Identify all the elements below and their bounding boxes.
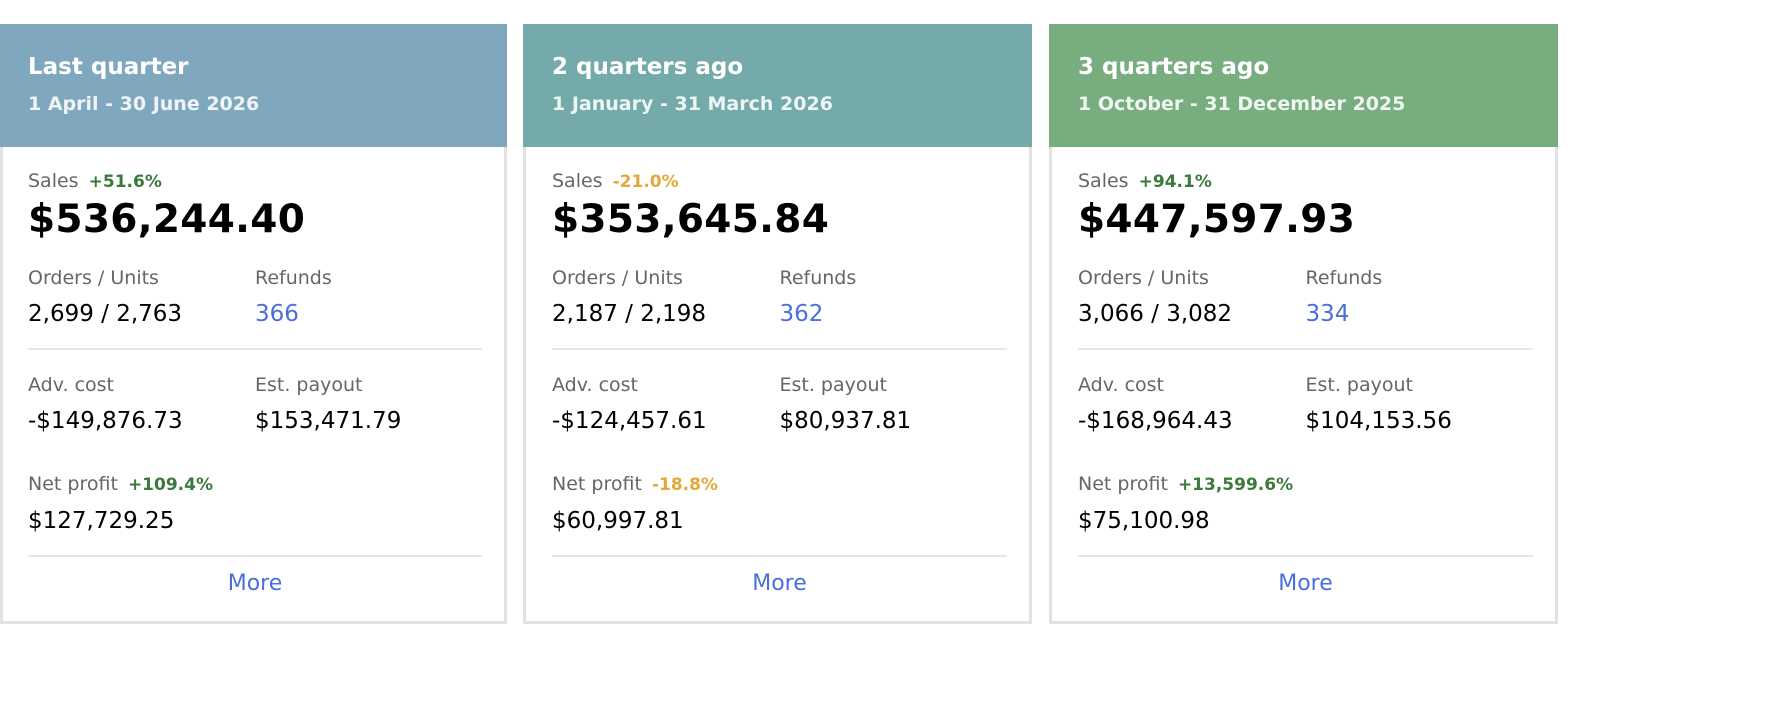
net-profit-label: Net profit — [28, 473, 118, 495]
card-body: Sales +94.1% $447,597.93 Orders / Units … — [1052, 169, 1555, 598]
adv-cost-label: Adv. cost — [552, 374, 638, 396]
sales-label: Sales — [28, 170, 79, 192]
sales-label-line: Sales -21.0% — [552, 169, 1007, 194]
net-profit-label: Net profit — [1078, 473, 1168, 495]
net-profit-block: Net profit -18.8% $60,997.81 — [552, 472, 1007, 536]
card-body: Sales -21.0% $353,645.84 Orders / Units … — [526, 169, 1029, 598]
sales-label-line: Sales +51.6% — [28, 169, 482, 194]
net-profit-label-line: Net profit -18.8% — [552, 472, 1007, 497]
sales-delta: -21.0% — [612, 172, 679, 192]
refunds-label: Refunds — [779, 267, 857, 289]
net-profit-label: Net profit — [552, 473, 642, 495]
quarter-cards: Last quarter 1 April - 30 June 2026 Sale… — [0, 0, 1778, 712]
orders-refunds-row: Orders / Units 2,187 / 2,198 Refunds 362 — [552, 266, 1007, 329]
quarter-card: 2 quarters ago 1 January - 31 March 2026… — [523, 24, 1032, 624]
net-profit-label-line: Net profit +109.4% — [28, 472, 482, 497]
orders-value: 3,066 / 3,082 — [1078, 301, 1233, 327]
refunds-label: Refunds — [255, 267, 332, 289]
net-profit-block: Net profit +109.4% $127,729.25 — [28, 472, 482, 536]
net-profit-delta: -18.8% — [651, 475, 718, 495]
cost-payout-row: Adv. cost -$149,876.73 Est. payout $153,… — [28, 373, 482, 436]
orders-value: 2,699 / 2,763 — [28, 301, 183, 327]
card-title: Last quarter — [28, 54, 189, 80]
divider — [28, 348, 482, 350]
divider — [1078, 348, 1533, 350]
est-payout-label: Est. payout — [779, 374, 888, 396]
card-header: 2 quarters ago 1 January - 31 March 2026 — [523, 24, 1032, 147]
est-payout-label: Est. payout — [1305, 374, 1414, 396]
quarter-card: 3 quarters ago 1 October - 31 December 2… — [1049, 24, 1558, 624]
card-period: 1 April - 30 June 2026 — [28, 93, 260, 115]
est-payout-label: Est. payout — [255, 374, 363, 396]
adv-cost-value: -$124,457.61 — [552, 408, 707, 434]
est-payout-value: $153,471.79 — [255, 408, 402, 434]
divider — [28, 555, 482, 557]
net-profit-value: $75,100.98 — [1078, 508, 1210, 534]
net-profit-value: $60,997.81 — [552, 508, 684, 534]
est-payout-value: $104,153.56 — [1305, 408, 1452, 434]
more-link[interactable]: More — [552, 570, 1007, 598]
sales-delta: +51.6% — [88, 172, 162, 192]
cost-payout-row: Adv. cost -$168,964.43 Est. payout $104,… — [1078, 373, 1533, 436]
sales-label: Sales — [1078, 170, 1129, 192]
sales-value: $353,645.84 — [552, 197, 830, 242]
sales-label-line: Sales +94.1% — [1078, 169, 1533, 194]
sales-value: $447,597.93 — [1078, 197, 1356, 242]
adv-cost-label: Adv. cost — [1078, 374, 1164, 396]
orders-label: Orders / Units — [1078, 267, 1209, 289]
refunds-link[interactable]: 362 — [780, 299, 1008, 329]
card-header: 3 quarters ago 1 October - 31 December 2… — [1049, 24, 1558, 147]
sales-delta: +94.1% — [1138, 172, 1212, 192]
refunds-link[interactable]: 366 — [255, 299, 482, 329]
net-profit-delta: +13,599.6% — [1177, 475, 1294, 495]
net-profit-value: $127,729.25 — [28, 508, 175, 534]
more-link[interactable]: More — [28, 570, 482, 598]
adv-cost-value: -$168,964.43 — [1078, 408, 1233, 434]
quarter-card: Last quarter 1 April - 30 June 2026 Sale… — [0, 24, 507, 624]
sales-value: $536,244.40 — [28, 197, 306, 242]
card-header: Last quarter 1 April - 30 June 2026 — [0, 24, 507, 147]
sales-label: Sales — [552, 170, 603, 192]
orders-refunds-row: Orders / Units 2,699 / 2,763 Refunds 366 — [28, 266, 482, 329]
orders-label: Orders / Units — [28, 267, 159, 289]
est-payout-value: $80,937.81 — [779, 408, 912, 434]
refunds-link[interactable]: 334 — [1306, 299, 1534, 329]
cost-payout-row: Adv. cost -$124,457.61 Est. payout $80,9… — [552, 373, 1007, 436]
net-profit-block: Net profit +13,599.6% $75,100.98 — [1078, 472, 1533, 536]
net-profit-label-line: Net profit +13,599.6% — [1078, 472, 1533, 497]
divider — [552, 348, 1007, 350]
refunds-label: Refunds — [1305, 267, 1383, 289]
net-profit-delta: +109.4% — [127, 475, 213, 495]
card-body: Sales +51.6% $536,244.40 Orders / Units … — [3, 169, 504, 598]
orders-label: Orders / Units — [552, 267, 683, 289]
divider — [552, 555, 1007, 557]
more-link[interactable]: More — [1078, 570, 1533, 598]
orders-value: 2,187 / 2,198 — [552, 301, 707, 327]
card-period: 1 January - 31 March 2026 — [552, 93, 833, 115]
divider — [1078, 555, 1533, 557]
adv-cost-value: -$149,876.73 — [28, 408, 183, 434]
orders-refunds-row: Orders / Units 3,066 / 3,082 Refunds 334 — [1078, 266, 1533, 329]
card-title: 3 quarters ago — [1078, 54, 1270, 80]
card-period: 1 October - 31 December 2025 — [1078, 93, 1406, 115]
card-title: 2 quarters ago — [552, 54, 744, 80]
adv-cost-label: Adv. cost — [28, 374, 114, 396]
